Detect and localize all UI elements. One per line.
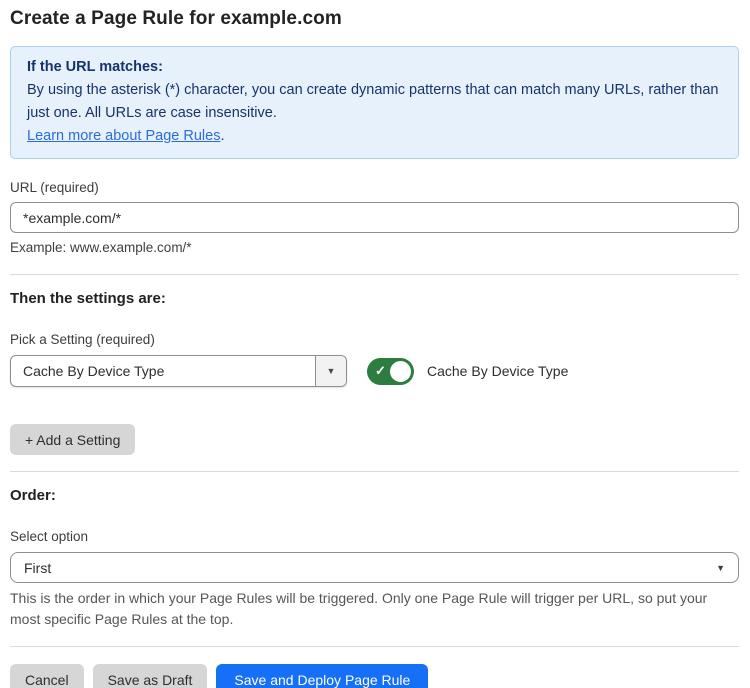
url-helper-text: Example: www.example.com/*	[10, 240, 739, 255]
add-setting-button[interactable]: + Add a Setting	[10, 424, 135, 455]
learn-more-link[interactable]: Learn more about Page Rules	[27, 128, 220, 144]
order-select-value: First	[24, 560, 716, 576]
create-page-rule-panel: Create a Page Rule for example.com If th…	[0, 0, 750, 688]
settings-section-heading: Then the settings are:	[10, 290, 739, 307]
setting-select[interactable]: Cache By Device Type ▼	[10, 355, 347, 387]
divider	[10, 646, 739, 647]
check-icon: ✓	[375, 364, 386, 377]
chevron-down-icon: ▼	[716, 563, 725, 573]
pick-setting-label: Pick a Setting (required)	[10, 332, 739, 347]
setting-toggle[interactable]: ✓	[367, 358, 414, 385]
url-field-label: URL (required)	[10, 180, 739, 195]
save-and-deploy-button[interactable]: Save and Deploy Page Rule	[216, 664, 428, 688]
info-box-body: By using the asterisk (*) character, you…	[27, 79, 722, 125]
chevron-down-icon: ▼	[327, 366, 336, 376]
order-select[interactable]: First ▼	[10, 552, 739, 583]
order-section-heading: Order:	[10, 487, 739, 504]
info-box-heading: If the URL matches:	[27, 56, 722, 79]
toggle-knob	[388, 359, 413, 384]
order-select-label: Select option	[10, 529, 739, 544]
info-box-link-line: Learn more about Page Rules.	[27, 125, 722, 148]
url-input[interactable]	[10, 202, 739, 233]
url-match-info-box: If the URL matches: By using the asteris…	[10, 46, 739, 159]
setting-toggle-label: Cache By Device Type	[427, 363, 568, 379]
divider	[10, 471, 739, 472]
setting-row: Cache By Device Type ▼ ✓ Cache By Device…	[10, 355, 739, 387]
footer-actions: Cancel Save as Draft Save and Deploy Pag…	[10, 664, 739, 688]
cancel-button[interactable]: Cancel	[10, 664, 84, 688]
page-title: Create a Page Rule for example.com	[10, 8, 739, 30]
order-helper-text: This is the order in which your Page Rul…	[10, 588, 739, 630]
divider	[10, 274, 739, 275]
save-as-draft-button[interactable]: Save as Draft	[93, 664, 208, 688]
setting-select-value: Cache By Device Type	[11, 356, 315, 386]
setting-select-arrow-button[interactable]: ▼	[315, 356, 346, 386]
link-period: .	[220, 128, 224, 144]
